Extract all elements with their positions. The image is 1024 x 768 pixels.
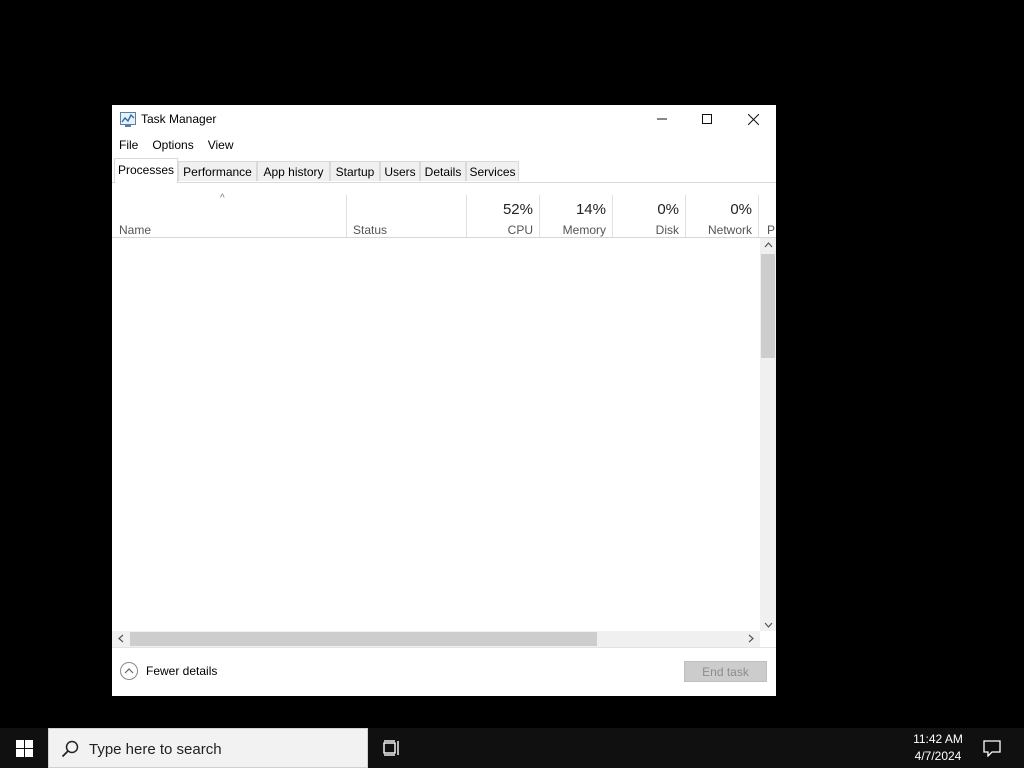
taskbar: Type here to search 11:42 AM 4/7/2024 — [0, 728, 1024, 768]
notification-icon — [983, 739, 1001, 757]
action-center-button[interactable] — [980, 728, 1004, 768]
tab-services[interactable]: Services — [466, 161, 519, 181]
column-disk[interactable]: Disk — [656, 223, 679, 237]
footer-divider — [112, 647, 776, 648]
column-status[interactable]: Status — [353, 223, 387, 237]
minimize-icon — [657, 118, 667, 120]
vertical-scroll-thumb[interactable] — [761, 254, 775, 358]
tab-app-history[interactable]: App history — [257, 161, 330, 181]
start-button[interactable] — [0, 728, 48, 768]
tab-performance[interactable]: Performance — [178, 161, 257, 181]
column-memory[interactable]: Memory — [563, 223, 606, 237]
horizontal-scroll-thumb[interactable] — [130, 632, 597, 646]
scroll-left-arrow-icon[interactable] — [113, 634, 129, 645]
network-percent: 0% — [730, 201, 752, 218]
column-power-partial[interactable]: P — [767, 223, 775, 237]
horizontal-scrollbar[interactable] — [112, 631, 760, 647]
column-divider[interactable] — [539, 195, 540, 237]
fewer-details-label: Fewer details — [146, 664, 218, 678]
task-view-button[interactable] — [376, 728, 408, 768]
system-clock[interactable]: 11:42 AM 4/7/2024 — [900, 731, 976, 765]
memory-percent: 14% — [575, 201, 606, 218]
menu-file[interactable]: File — [112, 135, 145, 155]
tab-details[interactable]: Details — [420, 161, 466, 181]
column-divider[interactable] — [758, 195, 759, 237]
column-header-row: ^ Name Status 52% CPU 14% Memory 0% Disk… — [112, 183, 776, 238]
sort-indicator-icon: ^ — [220, 193, 225, 204]
column-divider[interactable] — [685, 195, 686, 237]
tab-strip: Processes Performance App history Startu… — [112, 158, 776, 183]
fewer-details-button[interactable]: Fewer details — [120, 662, 217, 680]
search-placeholder: Type here to search — [89, 741, 222, 758]
column-name[interactable]: Name — [119, 223, 151, 237]
process-list[interactable] — [112, 238, 760, 631]
cpu-percent: 52% — [502, 201, 533, 218]
column-divider[interactable] — [466, 195, 467, 237]
title-bar[interactable]: Task Manager — [112, 105, 776, 133]
clock-date: 4/7/2024 — [914, 749, 962, 763]
scroll-right-arrow-icon[interactable] — [743, 634, 759, 645]
column-network[interactable]: Network — [708, 223, 752, 237]
task-view-icon — [383, 740, 399, 756]
column-divider[interactable] — [612, 195, 613, 237]
menu-view[interactable]: View — [201, 135, 241, 155]
scroll-down-arrow-icon[interactable] — [760, 620, 776, 630]
disk-percent: 0% — [657, 201, 679, 218]
tab-processes[interactable]: Processes — [114, 158, 178, 183]
column-cpu[interactable]: CPU — [508, 223, 533, 237]
column-divider[interactable] — [346, 195, 347, 237]
maximize-button[interactable] — [684, 105, 730, 133]
close-icon — [747, 113, 759, 125]
task-manager-app-icon — [120, 112, 136, 127]
vertical-scrollbar[interactable] — [760, 238, 776, 631]
menu-bar: File Options View — [112, 135, 241, 155]
end-task-button[interactable]: End task — [684, 661, 767, 682]
maximize-icon — [702, 114, 712, 124]
chevron-up-circle-icon — [120, 662, 138, 680]
tab-startup[interactable]: Startup — [330, 161, 380, 181]
close-button[interactable] — [730, 105, 776, 133]
scroll-up-arrow-icon[interactable] — [760, 240, 776, 250]
window-title: Task Manager — [141, 112, 217, 126]
menu-options[interactable]: Options — [145, 135, 200, 155]
tab-users[interactable]: Users — [380, 161, 420, 181]
task-manager-window: Task Manager File Options View Processes… — [112, 105, 776, 696]
clock-time: 11:42 AM — [913, 732, 963, 746]
minimize-button[interactable] — [639, 105, 685, 133]
search-icon — [61, 740, 79, 763]
windows-logo-icon — [15, 739, 33, 757]
taskbar-search-box[interactable]: Type here to search — [48, 728, 368, 768]
